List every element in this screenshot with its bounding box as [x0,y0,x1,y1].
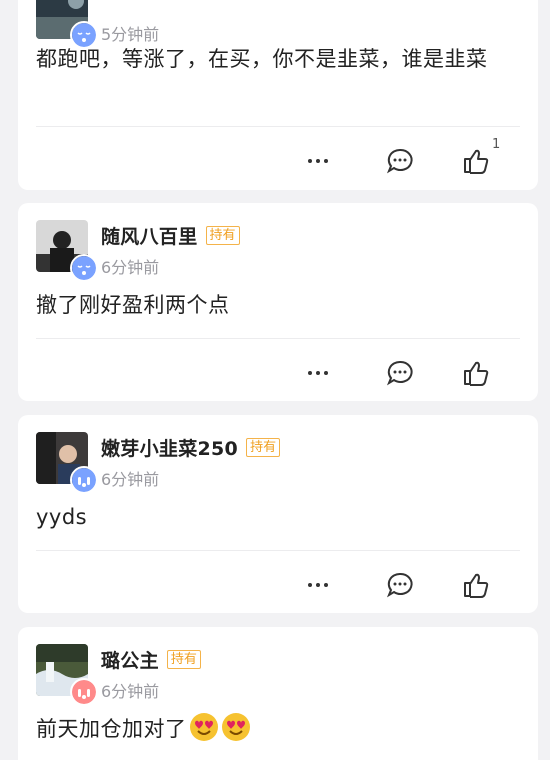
more-icon[interactable] [304,359,332,387]
comment-text-body: 前天加仓加对了 [36,717,187,741]
comment-icon[interactable] [386,147,414,175]
comment-card[interactable]: 嫩芽小韭菜250 持有 6分钟前 yyds [18,415,538,613]
holding-tag: 持有 [166,649,201,669]
comment-header: 5分钟前 [36,0,538,49]
heart-eyes-emoji-icon [221,712,251,742]
comment-icon[interactable] [386,359,414,387]
comment-card[interactable]: 璐公主 持有 6分钟前 前天加仓加对了 [18,627,538,760]
more-icon[interactable] [304,147,332,175]
holding-tag: 持有 [246,437,281,457]
comment-feed: 5分钟前 都跑吧，等涨了，在买，你不是韭菜，谁是韭菜 1 随风八百里 持有 6分… [0,0,550,760]
comment-text: 撤了刚好盈利两个点 [36,293,230,317]
action-bar: 1 [18,137,538,183]
comment-card[interactable]: 随风八百里 持有 6分钟前 撤了刚好盈利两个点 [18,203,538,401]
thumbs-up-icon[interactable] [462,147,490,175]
comment-text: 都跑吧，等涨了，在买，你不是韭菜，谁是韭菜 [36,47,488,71]
comment-card[interactable]: 5分钟前 都跑吧，等涨了，在买，你不是韭菜，谁是韭菜 1 [18,0,538,190]
thumbs-up-icon[interactable] [462,359,490,387]
like-count: 1 [492,137,501,152]
crying-face-badge-icon [70,678,98,706]
action-bar [18,563,538,607]
username[interactable]: 随风八百里 [101,222,198,249]
comment-icon[interactable] [386,571,414,599]
name-row: 璐公主 持有 [101,646,201,672]
thumbs-up-icon[interactable] [462,571,490,599]
comment-text: yyds [36,505,88,529]
divider [36,338,520,339]
comment-header: 璐公主 持有 6分钟前 [36,644,538,706]
holding-tag: 持有 [205,225,240,245]
divider [36,126,520,127]
name-row: 随风八百里 持有 [101,222,240,248]
comment-header: 随风八百里 持有 6分钟前 [36,220,538,282]
post-time: 6分钟前 [101,682,160,701]
post-time: 6分钟前 [101,258,160,277]
comment-header: 嫩芽小韭菜250 持有 6分钟前 [36,432,538,494]
crying-face-badge-icon [70,466,98,494]
post-time: 6分钟前 [101,470,160,489]
name-row: 嫩芽小韭菜250 持有 [101,434,281,461]
divider [36,550,520,551]
sleepy-face-badge-icon [70,254,98,282]
comment-text: 前天加仓加对了 [36,712,520,747]
heart-eyes-emoji-icon [189,712,219,742]
action-bar [18,351,538,395]
more-icon[interactable] [304,571,332,599]
username[interactable]: 璐公主 [101,646,159,673]
username[interactable]: 嫩芽小韭菜250 [101,434,238,461]
